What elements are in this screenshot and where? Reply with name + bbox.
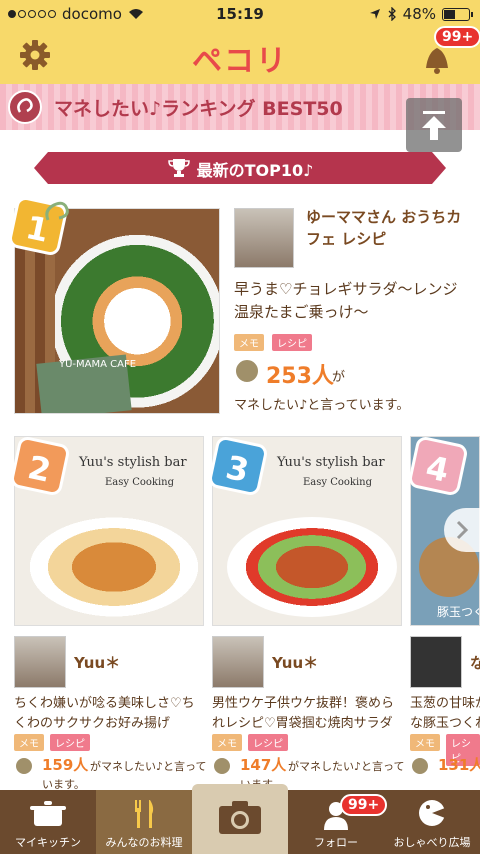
mane-clip-icon: [212, 756, 232, 776]
rank2-count: 159人: [42, 756, 89, 774]
rank4-badge: 4: [407, 435, 469, 497]
rank4-recipe-title[interactable]: 玉葱の甘味がな豚玉つくね: [410, 694, 480, 734]
mane-clip-icon: [410, 756, 430, 776]
status-bar: docomo 15:19 48%: [0, 0, 480, 28]
clip-logo-icon: [8, 90, 42, 124]
rank2-author[interactable]: Yuu＊: [74, 652, 120, 673]
top10-ribbon: 最新のTOP10♪: [34, 152, 446, 184]
rank4-tag-memo: メモ: [410, 734, 440, 751]
rank3-tag-memo: メモ: [212, 734, 242, 751]
rank2-tag-recipe: レシピ: [50, 734, 90, 751]
rank1-author-avatar[interactable]: [234, 208, 294, 268]
mane-clip-icon: [234, 358, 260, 384]
fork-knife-icon: [135, 800, 154, 828]
app-logo: ペコリ: [192, 44, 288, 79]
rank2-photo-subtext: Easy Cooking: [105, 477, 175, 488]
tab-everyones-dishes[interactable]: みんなのお料理: [96, 790, 192, 854]
tab-my-kitchen[interactable]: マイキッチン: [0, 790, 96, 854]
rank2-photo-text: Yuu's stylish bar: [79, 455, 187, 470]
mane-clip-icon: [14, 756, 34, 776]
rank4-photo-text: 豚玉つく: [437, 605, 479, 619]
pot-icon: [30, 801, 66, 826]
tab-chat-plaza[interactable]: おしゃべり広場: [384, 790, 480, 854]
rank3-badge: 3: [207, 435, 269, 497]
follow-badge: 99+: [340, 794, 388, 816]
app-header: ペコリ 99+: [0, 26, 480, 84]
top10-label: 最新のTOP10♪: [196, 161, 314, 180]
rank1-says: マネしたい♪と言っています。: [234, 398, 410, 413]
tab-camera[interactable]: [192, 784, 288, 854]
rank3-photo-subtext: Easy Cooking: [303, 477, 373, 488]
rank2-tag-memo: メモ: [14, 734, 44, 751]
notification-badge: 99+: [434, 26, 480, 48]
ranking-title: マネしたい♪ランキング BEST50: [54, 98, 343, 120]
rank2-recipe-title[interactable]: ちくわ嫌いが唸る美味しさ♡ちくわのサクサクお好み揚げ: [14, 694, 204, 734]
battery-percent: 48%: [402, 5, 436, 23]
rank1-count-suffix: が: [332, 370, 346, 385]
clip-icon: [45, 201, 69, 221]
rank1-photo-caption: YU-MAMA CAFE: [59, 359, 137, 370]
battery-icon: [442, 7, 473, 21]
rank3-tag-recipe: レシピ: [248, 734, 288, 751]
rank3-author[interactable]: Yuu＊: [272, 652, 318, 673]
arrow-up-icon: [422, 111, 446, 140]
chevron-right-icon: [456, 520, 469, 540]
bluetooth-icon: [388, 7, 396, 21]
rank2-badge: 2: [9, 435, 71, 497]
rank2-says: がマネしたい♪と言って: [90, 760, 207, 773]
rank1-count: 253人: [266, 364, 334, 389]
rank1-tag-memo: メモ: [234, 334, 264, 351]
rank4-author[interactable]: な: [470, 652, 480, 673]
rank3-count: 147人: [240, 756, 287, 774]
camera-icon: [219, 801, 261, 834]
chat-icon: [419, 800, 445, 826]
rank3-recipe-title[interactable]: 男性ウケ子供ウケ抜群！褒められレシピ♡胃袋掴む焼肉サラダ: [212, 694, 402, 734]
rank1-tag-recipe: レシピ: [272, 334, 312, 351]
rank4-author-avatar[interactable]: [410, 636, 462, 688]
rank3-photo-text: Yuu's stylish bar: [277, 455, 385, 470]
rank3-says: がマネしたい♪と言って: [288, 760, 405, 773]
next-card-button[interactable]: [444, 508, 480, 552]
rank3-author-avatar[interactable]: [212, 636, 264, 688]
rank1-recipe-title[interactable]: 早うま♡チョレギサラダ〜レンジ温泉たまご乗っけ〜: [234, 278, 472, 324]
scroll-top-button[interactable]: [406, 98, 462, 152]
location-icon: [369, 9, 380, 19]
rank2-author-avatar[interactable]: [14, 636, 66, 688]
rank1-author[interactable]: ゆーママさん おうちカフェ レシピ: [306, 206, 472, 250]
rank4-count: 131人: [438, 756, 480, 774]
